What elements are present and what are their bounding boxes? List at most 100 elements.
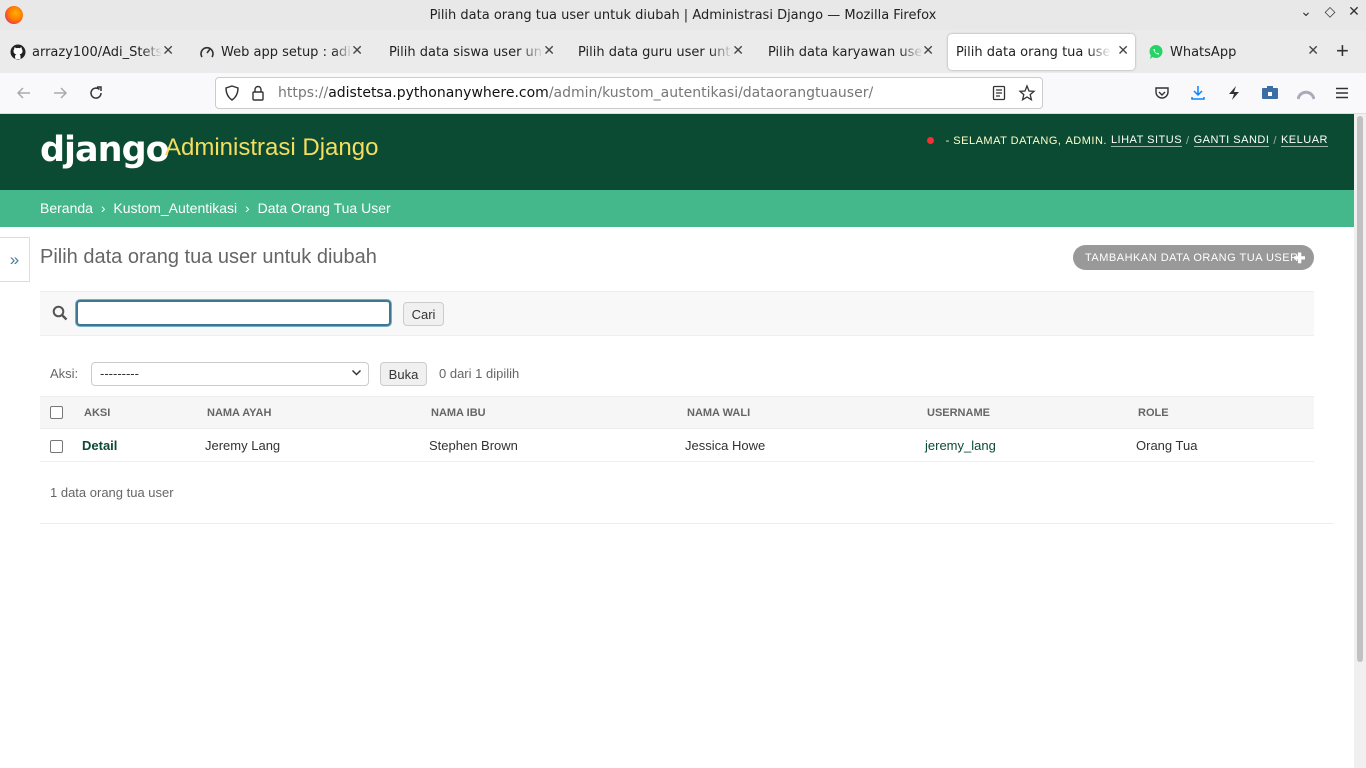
container-icon[interactable] [1260, 83, 1280, 103]
go-button[interactable]: Buka [380, 362, 427, 386]
select-all-cell [40, 396, 82, 429]
window-title: Pilih data orang tua user untuk diubah |… [429, 7, 937, 23]
change-password-link[interactable]: GANTI SANDI [1193, 134, 1270, 147]
reload-icon[interactable] [86, 83, 106, 103]
github-icon [10, 44, 26, 60]
download-icon[interactable] [1188, 83, 1208, 103]
reader-view-icon[interactable] [992, 85, 1006, 104]
django-logo[interactable]: django [40, 130, 170, 170]
window-controls: ⌄ ◇ ✕ [1300, 4, 1360, 20]
action-select[interactable]: --------- [91, 362, 369, 386]
lock-icon[interactable] [251, 85, 265, 104]
column-header-aksi[interactable]: AKSI [82, 396, 205, 429]
cell-nama-ibu: Stephen Brown [429, 428, 685, 462]
whatsapp-icon [1148, 44, 1164, 60]
forward-icon[interactable] [50, 83, 70, 103]
close-tab-icon[interactable]: ✕ [543, 43, 555, 59]
welcome-text: - SELAMAT DATANG, [945, 134, 1062, 147]
tab-karyawan[interactable]: Pilih data karyawan user ✕ [760, 34, 940, 70]
logout-link[interactable]: KELUAR [1280, 134, 1328, 147]
shield-icon[interactable] [224, 85, 240, 104]
breadcrumb: Beranda › Kustom_Autentikasi › Data Oran… [0, 190, 1354, 227]
page-title: Pilih data orang tua user untuk diubah [40, 246, 377, 268]
tab-web-app-setup[interactable]: Web app setup : adistetsa ✕ [191, 34, 369, 70]
column-header-username[interactable]: USERNAME [925, 396, 1136, 429]
account-icon[interactable] [1296, 83, 1316, 103]
tab-label: Pilih data siswa user untuk [389, 44, 544, 60]
cell-role: Orang Tua [1136, 428, 1314, 462]
breadcrumb-home[interactable]: Beranda [40, 200, 93, 216]
column-header-nama-wali[interactable]: NAMA WALI [685, 396, 925, 429]
maximize-icon[interactable]: ◇ [1324, 4, 1336, 20]
admin-header: django Administrasi Django - SELAMAT DAT… [0, 114, 1354, 190]
lightning-icon[interactable] [1224, 83, 1244, 103]
breadcrumb-app[interactable]: Kustom_Autentikasi [113, 200, 237, 216]
close-tab-icon[interactable]: ✕ [1117, 43, 1129, 59]
table-row: Detail Jeremy Lang Stephen Brown Jessica… [40, 428, 1314, 462]
row-checkbox[interactable] [50, 439, 63, 453]
add-button[interactable]: TAMBAHKAN DATA ORANG TUA USER ✚ [1073, 245, 1314, 270]
url-bar[interactable]: https://adistetsa.pythonanywhere.com/adm… [215, 77, 1043, 109]
username-link[interactable]: jeremy_lang [925, 438, 996, 453]
actions-bar: Aksi: --------- Buka 0 dari 1 dipilih [40, 358, 1314, 388]
separator: / [1186, 134, 1190, 147]
tab-siswa[interactable]: Pilih data siswa user untuk ✕ [381, 34, 561, 70]
close-tab-icon[interactable]: ✕ [922, 43, 934, 59]
plus-icon: ✚ [1293, 250, 1306, 266]
minimize-icon[interactable]: ⌄ [1300, 4, 1312, 20]
tab-label: Pilih data guru user untuk [578, 44, 733, 60]
view-site-link[interactable]: LIHAT SITUS [1110, 134, 1183, 147]
tab-label: WhatsApp [1170, 44, 1237, 60]
tab-label: Web app setup : adistetsa [221, 44, 353, 60]
close-tab-icon[interactable]: ✕ [351, 43, 363, 59]
close-tab-icon[interactable]: ✕ [732, 43, 744, 59]
select-all-checkbox[interactable] [50, 406, 63, 419]
paginator: 1 data orang tua user [40, 462, 1334, 524]
url-text: https://adistetsa.pythonanywhere.com/adm… [278, 85, 874, 101]
table-header-row: AKSI NAMA AYAH NAMA IBU NAMA WALI USERNA… [40, 396, 1314, 429]
tab-label: Pilih data orang tua user [956, 44, 1111, 60]
column-header-nama-ayah[interactable]: NAMA AYAH [205, 396, 429, 429]
breadcrumb-separator: › [245, 200, 250, 216]
bookmark-star-icon[interactable] [1018, 84, 1036, 105]
close-window-icon[interactable]: ✕ [1348, 4, 1360, 20]
back-icon[interactable] [14, 83, 34, 103]
column-header-nama-ibu[interactable]: NAMA IBU [429, 396, 685, 429]
hamburger-menu-icon[interactable] [1332, 83, 1352, 103]
close-tab-icon[interactable]: ✕ [1307, 43, 1319, 59]
cell-nama-wali: Jessica Howe [685, 428, 925, 462]
search-icon [52, 305, 68, 324]
pythonanywhere-icon [199, 44, 215, 60]
user-tools: - SELAMAT DATANG, ADMIN. LIHAT SITUS / G… [926, 134, 1328, 147]
breadcrumb-separator: › [100, 200, 106, 216]
tab-label: Pilih data karyawan user [768, 44, 923, 60]
separator: / [1273, 134, 1277, 147]
add-button-label: TAMBAHKAN DATA ORANG TUA USER [1085, 251, 1299, 264]
window-titlebar: Pilih data orang tua user untuk diubah |… [0, 0, 1366, 30]
sidebar-toggle-button[interactable]: » [0, 237, 30, 282]
detail-link[interactable]: Detail [82, 438, 117, 453]
site-name[interactable]: Administrasi Django [165, 134, 378, 162]
firefox-logo-icon [5, 6, 23, 24]
search-toolbar: Cari [40, 291, 1314, 336]
tab-github[interactable]: arrazy100/Adi_Stetsa ✕ [2, 34, 180, 70]
tab-strip: arrazy100/Adi_Stetsa ✕ Web app setup : a… [0, 30, 1366, 73]
page-scrollbar[interactable] [1354, 114, 1366, 768]
tab-label: arrazy100/Adi_Stetsa [32, 44, 162, 60]
new-tab-button[interactable]: + [1336, 40, 1349, 62]
breadcrumb-current: Data Orang Tua User [257, 200, 391, 216]
search-input[interactable] [76, 300, 391, 326]
tab-whatsapp[interactable]: WhatsApp ✕ [1140, 34, 1325, 70]
pocket-icon[interactable] [1152, 83, 1172, 103]
chevron-down-icon [351, 367, 362, 381]
column-header-role[interactable]: ROLE [1136, 396, 1314, 429]
actions-label: Aksi: [50, 366, 79, 381]
search-button[interactable]: Cari [403, 302, 444, 326]
tab-guru[interactable]: Pilih data guru user untuk ✕ [570, 34, 750, 70]
scrollbar-thumb[interactable] [1357, 116, 1363, 662]
action-select-value: --------- [100, 366, 139, 381]
tab-orang-tua-active[interactable]: Pilih data orang tua user ✕ [948, 34, 1135, 70]
cell-aksi: Detail [82, 428, 205, 462]
close-tab-icon[interactable]: ✕ [162, 43, 174, 59]
navigation-toolbar: https://adistetsa.pythonanywhere.com/adm… [0, 73, 1366, 114]
